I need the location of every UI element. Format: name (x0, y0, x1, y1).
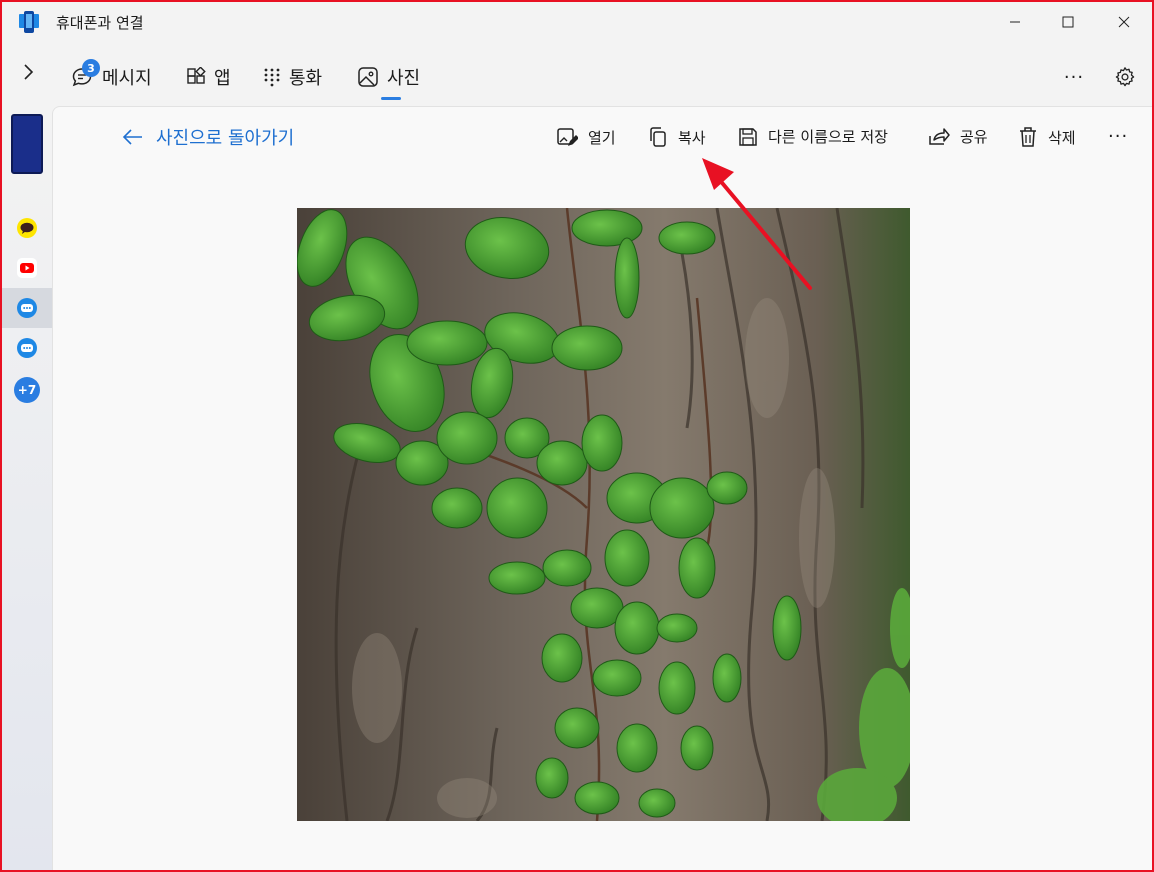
tab-photos-label: 사진 (387, 68, 421, 89)
copy-button[interactable]: 복사 (648, 126, 706, 148)
back-to-photos-link[interactable]: 사진으로 돌아가기 (122, 124, 294, 150)
tab-messages[interactable]: 3 메시지 (70, 59, 152, 92)
save-as-button[interactable]: 다른 이름으로 저장 (738, 126, 888, 147)
share-label: 공유 (960, 128, 988, 146)
rail-app-youtube[interactable] (2, 248, 52, 288)
title-bar: 휴대폰과 연결 (0, 0, 1154, 44)
photo-icon (358, 67, 378, 87)
tab-calls-label: 통화 (289, 68, 323, 89)
expand-sidebar-button[interactable] (14, 58, 42, 86)
tab-messages-label: 메시지 (102, 68, 152, 89)
chat-icon: 3 (70, 59, 100, 89)
delete-button[interactable]: 삭제 (1018, 126, 1076, 148)
phone-link-app-icon (19, 11, 39, 33)
tab-apps[interactable]: 앱 (186, 62, 231, 92)
tab-apps-label: 앱 (214, 68, 231, 89)
open-label: 열기 (588, 128, 616, 147)
rail-app-messages[interactable] (2, 328, 52, 368)
close-icon (1118, 16, 1130, 28)
kakaotalk-icon (17, 218, 37, 238)
more-apps-count: +7 (14, 377, 40, 403)
save-icon (739, 127, 757, 146)
open-button[interactable]: 열기 (556, 126, 616, 148)
window-title: 휴대폰과 연결 (56, 14, 144, 32)
minimize-button[interactable] (992, 0, 1038, 44)
phone-thumbnail[interactable] (11, 114, 43, 174)
chevron-right-icon (24, 64, 34, 80)
save-as-label: 다른 이름으로 저장 (768, 128, 888, 146)
tab-calls[interactable]: 통화 (263, 62, 322, 92)
share-icon (929, 127, 950, 145)
settings-button[interactable] (1111, 62, 1139, 92)
app-rail: +7 (2, 106, 52, 870)
copy-icon (650, 127, 666, 147)
dialpad-icon (264, 68, 280, 87)
apps-icon (187, 67, 206, 84)
top-navigation: 3 메시지 앱 통화 사진 ··· (0, 48, 1154, 106)
copy-label: 복사 (678, 128, 706, 147)
messages-icon (17, 298, 37, 318)
selected-tab-indicator (381, 97, 401, 100)
close-button[interactable] (1101, 0, 1147, 44)
messages-icon (17, 338, 37, 358)
trash-icon (1020, 127, 1036, 147)
viewer-more-button[interactable]: ··· (1108, 126, 1128, 147)
delete-label: 삭제 (1048, 128, 1076, 147)
gear-icon (1115, 67, 1135, 87)
back-to-photos-label: 사진으로 돌아가기 (156, 128, 295, 149)
youtube-icon (17, 258, 37, 278)
photo-image[interactable] (297, 208, 910, 821)
minimize-icon (1010, 21, 1020, 23)
rail-app-kakaotalk[interactable] (2, 208, 52, 248)
arrow-left-icon (122, 129, 142, 145)
rail-more-apps-button[interactable]: +7 (2, 370, 52, 410)
unread-count-badge: 3 (82, 59, 100, 77)
maximize-icon (1062, 16, 1074, 28)
rail-app-messages[interactable] (2, 288, 52, 328)
tab-photos[interactable]: 사진 (357, 62, 420, 92)
open-with-icon (557, 128, 578, 146)
share-button[interactable]: 공유 (928, 126, 988, 147)
nav-more-button[interactable]: ··· (1060, 62, 1088, 92)
maximize-button[interactable] (1045, 0, 1091, 44)
